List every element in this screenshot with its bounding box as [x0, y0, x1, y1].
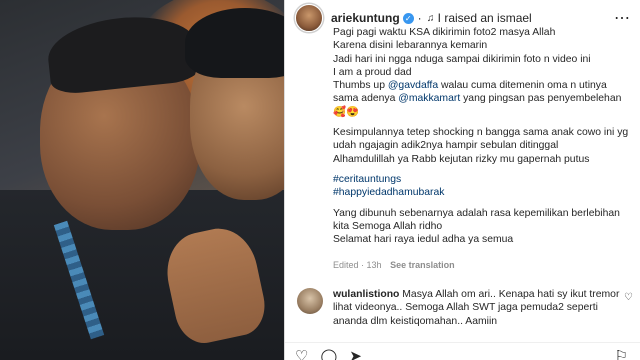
caption-text: Thumbs up	[333, 80, 388, 92]
caption-line: Pagi pagi waktu KSA dikirimin foto2 masy…	[333, 27, 556, 38]
caption-line: I am a proud dad	[333, 66, 412, 78]
commenter-username[interactable]: wulanlistiono	[333, 289, 399, 300]
author-avatar[interactable]	[295, 4, 323, 32]
photo-hair	[185, 8, 284, 78]
more-options-icon[interactable]: ⋯	[614, 8, 631, 28]
like-heart-icon[interactable]: ♡	[295, 347, 308, 360]
post-caption: Pagi pagi waktu KSA dikirimin foto2 masy…	[333, 26, 635, 246]
caption-line: Thumbs up @gavdaffa walau cuma ditemenin…	[333, 79, 635, 92]
audio-title[interactable]: I raised an ismael	[438, 11, 532, 25]
caption-line: Yang dibunuh sebenarnya adalah rasa kepe…	[333, 207, 620, 219]
author-username[interactable]: ariekuntung	[331, 11, 400, 25]
comment-text: wulanlistiono Masya Allah om ari.. Kenap…	[333, 288, 619, 328]
caption-line: Jadi hari ini ngga nduga sampai dikirimi…	[333, 53, 591, 65]
edited-timestamp: Edited · 13h	[333, 260, 382, 270]
separator-dot: ·	[417, 11, 422, 25]
caption-emoji: 🥰😍	[333, 106, 359, 118]
caption-text: yang pingsan pas penyembelehan	[460, 93, 622, 105]
author-line: ariekuntung ✓ · ♫ I raised an ismael	[331, 11, 532, 25]
comment-body: Masya Allah om ari.. Kenapa hati sy ikut…	[399, 289, 620, 300]
caption-line: Alhamdulillah ya Rabb kejutan rizky mu g…	[333, 153, 590, 165]
caption-text: sama adenya	[333, 93, 399, 105]
caption-line: Selamat hari raya iedul adha ya semua	[333, 234, 514, 246]
comment-line: ananda dlm keistiqomahan.. Aamiin	[333, 315, 498, 327]
caption-line: kita Semoga Allah ridho	[333, 220, 443, 232]
actions-divider	[285, 342, 640, 343]
hashtag-link[interactable]: #ceritauntungs	[333, 173, 635, 186]
post-photo[interactable]	[0, 0, 284, 360]
music-note-icon: ♫	[426, 12, 435, 24]
comment-line: wulanlistiono Masya Allah om ari.. Kenap…	[333, 288, 619, 301]
share-icon[interactable]: ➤	[349, 347, 362, 360]
commenter-avatar[interactable]	[297, 288, 323, 314]
verified-badge-icon: ✓	[402, 12, 414, 24]
mention-link[interactable]: @gavdaffa	[388, 80, 438, 91]
comment-line: lihat videonya.. Semoga Allah SWT jaga p…	[333, 302, 598, 314]
hashtag-link[interactable]: #happyiedadhamubarak	[333, 186, 635, 199]
caption-text: walau cuma ditemenin oma n utinya	[438, 80, 607, 92]
caption-line: Karena disini lebarannya kemarin	[333, 40, 488, 52]
post-panel: ariekuntung ✓ · ♫ I raised an ismael ⋯ P…	[284, 0, 640, 360]
see-translation-link[interactable]: See translation	[390, 260, 455, 270]
post-meta: Edited · 13h See translation	[333, 260, 455, 270]
comment-like-heart-icon[interactable]: ♡	[624, 292, 633, 303]
caption-line: sama adenya @makkamart yang pingsan pas …	[333, 92, 635, 105]
caption-line: udah ngajagin adik2nya hampir sebulan di…	[333, 140, 559, 152]
mention-link[interactable]: @makkamart	[398, 93, 460, 104]
post-actions: ♡ ◯ ➤	[295, 347, 362, 360]
bookmark-icon[interactable]: ⚐	[615, 347, 628, 360]
comment-icon[interactable]: ◯	[320, 347, 337, 360]
caption-line: Kesimpulannya tetep shocking n bangga sa…	[333, 127, 629, 139]
